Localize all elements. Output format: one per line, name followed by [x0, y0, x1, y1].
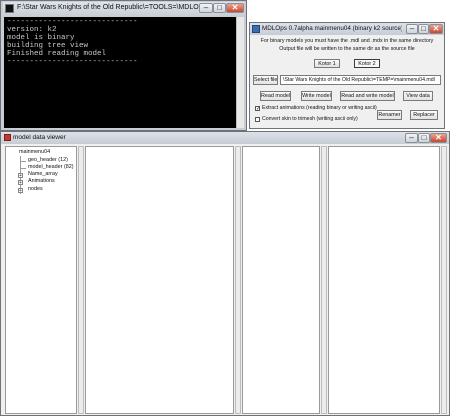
tree-item-animations[interactable]: Animations [28, 178, 55, 185]
viewer-title: model data viewer [13, 134, 66, 141]
maximize-button[interactable]: □ [418, 24, 429, 34]
info-text-output: Output file will be written to the same … [279, 46, 415, 52]
expand-icon[interactable]: + [18, 188, 23, 194]
expand-icon[interactable]: + [18, 173, 23, 179]
renamer-button[interactable]: Renamer [377, 110, 402, 120]
expand-icon[interactable]: + [18, 180, 23, 186]
console-line: building tree view [7, 42, 89, 50]
console-line: Finished reading model [7, 50, 107, 58]
convert-skin-checkbox[interactable] [255, 117, 260, 122]
console-app-icon [5, 4, 14, 13]
mdlops-title: MDLOps 0.7alpha mainmenu04 (binary k2 so… [262, 25, 402, 32]
console-line: model is binary [7, 34, 75, 42]
tree-view[interactable]: mainmenu04 geo_header (12) model_header … [5, 146, 77, 414]
minimize-button[interactable]: – [199, 3, 213, 13]
model-data-viewer-window: model data viewer – □ ✕ mainmenu04 geo_h… [0, 131, 450, 416]
select-file-button[interactable]: Select file [253, 75, 278, 85]
console-scrollbar[interactable] [236, 17, 244, 128]
close-button[interactable]: ✕ [430, 133, 447, 143]
console-line: version: k2 [7, 26, 57, 34]
console-line: ----------------------------- [7, 58, 138, 66]
tree-connector [20, 161, 26, 162]
kotor1-button[interactable]: Kotor 1 [314, 59, 340, 68]
replacer-button[interactable]: Replacer [410, 110, 438, 120]
tree-item-geo-header[interactable]: geo_header (12) [28, 157, 68, 164]
minimize-button[interactable]: – [405, 133, 418, 143]
pane-3-scrollbar[interactable] [441, 146, 447, 414]
console-title: F:\Star Wars Knights of the Old Republic… [17, 4, 199, 11]
maximize-button[interactable]: □ [213, 3, 226, 13]
info-text-binary: For binary models you must have the .mdl… [260, 38, 434, 44]
data-pane-2[interactable] [242, 146, 320, 414]
console-line: ----------------------------- [7, 18, 138, 26]
close-button[interactable]: ✕ [226, 3, 244, 13]
tree-scrollbar[interactable] [78, 146, 84, 414]
maximize-button[interactable]: □ [418, 133, 430, 143]
read-write-model-button[interactable]: Read and write model [340, 91, 395, 101]
pane-2-scrollbar[interactable] [321, 146, 327, 414]
console-output: ----------------------------- version: k… [4, 17, 236, 128]
console-window: F:\Star Wars Knights of the Old Republic… [0, 0, 247, 131]
data-pane-1[interactable] [85, 146, 234, 414]
extract-animations-checkbox[interactable]: ✓ [255, 106, 260, 112]
read-model-button[interactable]: Read model [260, 91, 291, 101]
write-model-button[interactable]: Write model [301, 91, 332, 101]
mdlops-app-icon [252, 25, 260, 33]
tree-root[interactable]: mainmenu04 [19, 149, 50, 156]
tree-connector [20, 168, 26, 169]
view-data-button[interactable]: View data [403, 91, 433, 101]
viewer-app-icon [4, 134, 11, 141]
pane-1-scrollbar[interactable] [235, 146, 241, 414]
minimize-button[interactable]: – [406, 24, 418, 34]
kotor2-button[interactable]: Kotor 2 [354, 59, 380, 68]
close-button[interactable]: ✕ [429, 24, 443, 34]
data-pane-3[interactable] [328, 146, 440, 414]
file-path-field[interactable]: \Star Wars Knights of the Old Republic\=… [280, 75, 441, 85]
convert-skin-label: Convert skin to trimesh (writing ascii o… [262, 116, 358, 122]
extract-animations-label: Extract animations (reading binary or wr… [262, 105, 377, 111]
tree-item-model-header[interactable]: model_header (82) [28, 164, 74, 171]
mdlops-window: MDLOps 0.7alpha mainmenu04 (binary k2 so… [249, 22, 445, 129]
tree-item-name-array[interactable]: Name_array [28, 171, 58, 178]
tree-item-nodes[interactable]: nodes [28, 186, 43, 193]
